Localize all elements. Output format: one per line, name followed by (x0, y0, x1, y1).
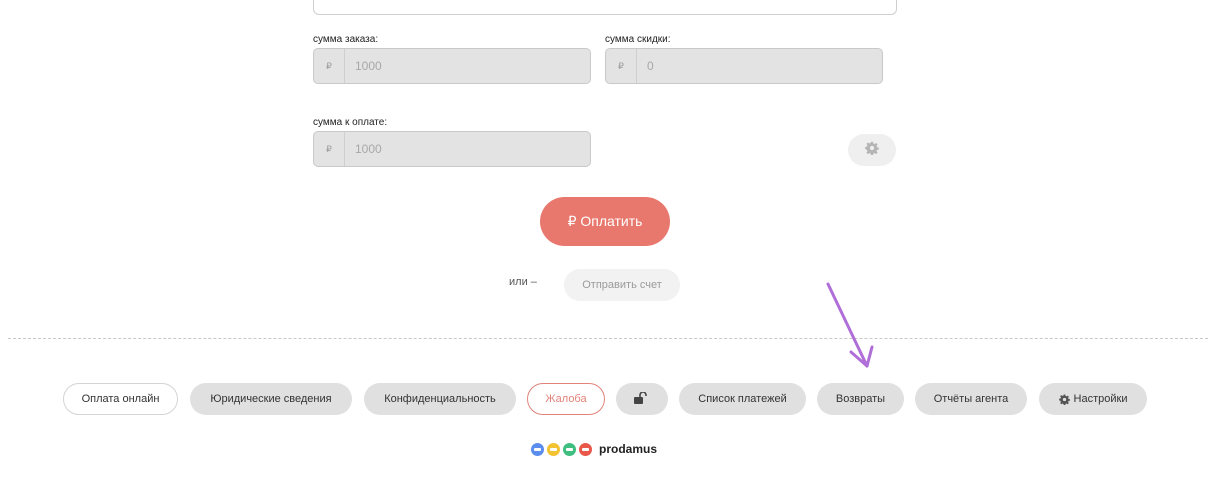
footer-settings-label: Настройки (1073, 393, 1128, 405)
logo-green-icon (563, 442, 576, 456)
footer-settings-button[interactable]: Настройки (1039, 383, 1147, 415)
footer-privacy-button[interactable]: Конфиденциальность (364, 383, 516, 415)
footer-legal-info-button[interactable]: Юридические сведения (190, 383, 352, 415)
to-pay-field: ₽ 1000 (313, 131, 591, 167)
discount-field: ₽ 0 (605, 48, 883, 84)
ruble-icon: ₽ (606, 49, 637, 83)
or-separator-text: или – (509, 276, 537, 288)
footer-lock-button[interactable] (616, 383, 668, 415)
unlock-icon (634, 390, 650, 407)
footer-complaint-button[interactable]: Жалоба (527, 383, 605, 415)
ruble-icon: ₽ (314, 132, 345, 166)
dashed-divider (8, 338, 1208, 339)
top-input-field[interactable] (313, 0, 897, 15)
order-sum-label: сумма заказа: (313, 34, 379, 45)
annotation-arrow-icon (826, 282, 874, 368)
discount-label: сумма скидки: (605, 34, 671, 45)
logo-red-icon (579, 442, 592, 456)
to-pay-label: сумма к оплате: (313, 117, 388, 128)
footer-payment-list-button[interactable]: Список платежей (679, 383, 806, 415)
prodamus-logo: prodamus (531, 442, 657, 456)
pay-button[interactable]: ₽ Оплатить (540, 197, 670, 246)
footer-online-payment-button[interactable]: Оплата онлайн (63, 383, 178, 415)
footer-agent-reports-button[interactable]: Отчёты агента (915, 383, 1027, 415)
order-sum-field: ₽ 1000 (313, 48, 591, 84)
order-sum-value: 1000 (355, 59, 382, 73)
ruble-icon: ₽ (314, 49, 345, 83)
to-pay-value: 1000 (355, 142, 382, 156)
brand-name: prodamus (599, 442, 658, 456)
gear-icon (1058, 394, 1070, 405)
gear-icon (865, 141, 879, 160)
settings-gear-button[interactable] (848, 134, 896, 166)
logo-blue-icon (531, 442, 544, 456)
discount-value: 0 (647, 59, 654, 73)
send-invoice-button[interactable]: Отправить счет (564, 269, 680, 301)
footer-refunds-button[interactable]: Возвраты (817, 383, 904, 415)
logo-yellow-icon (547, 442, 560, 456)
